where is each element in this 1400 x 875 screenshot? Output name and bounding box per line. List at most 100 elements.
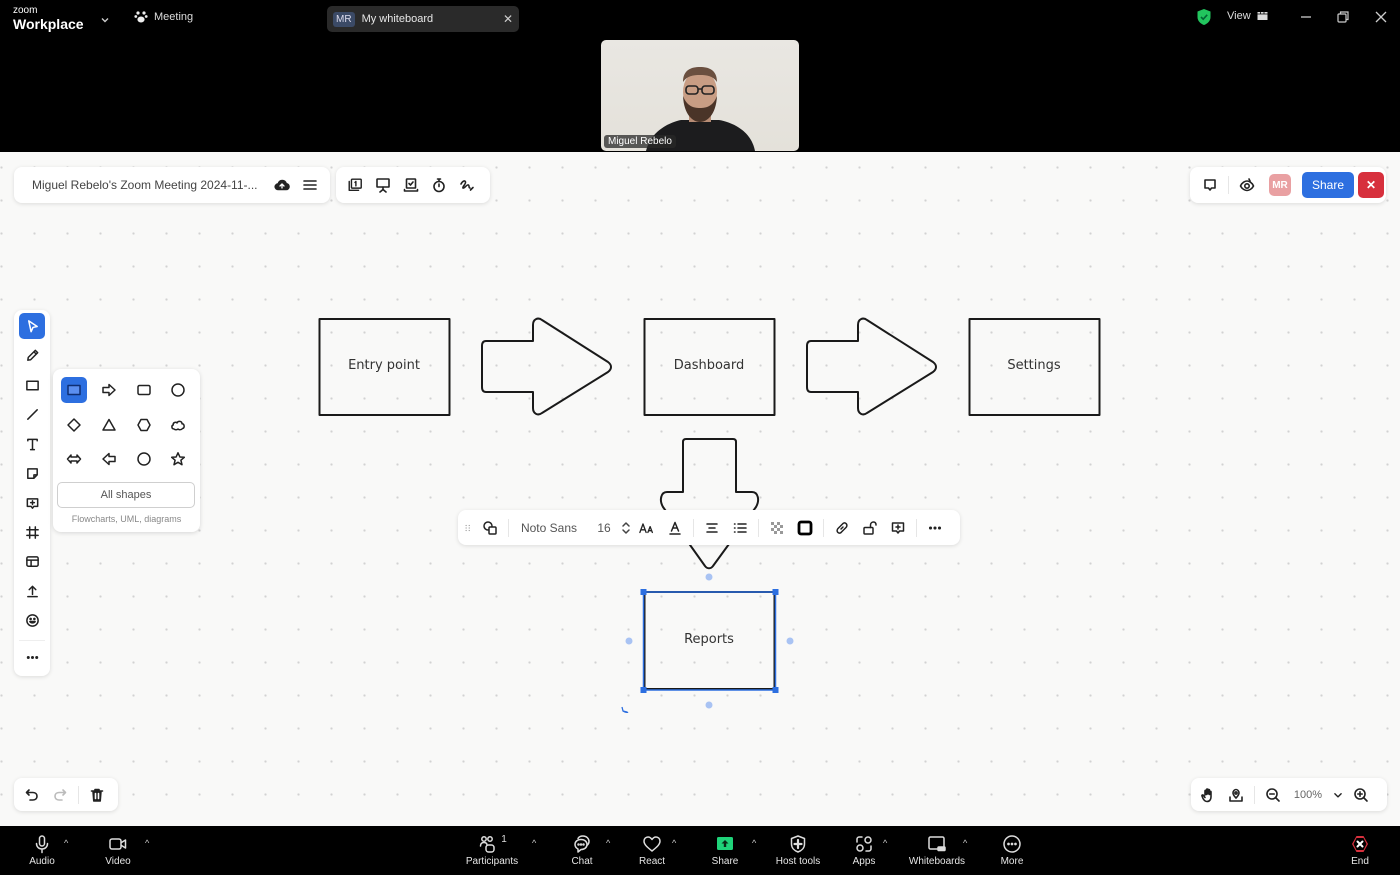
shape-rectangle[interactable] [61,377,87,403]
whiteboards-options-caret-icon[interactable]: ^ [963,838,967,848]
share-options-caret-icon[interactable]: ^ [752,838,756,848]
menu-icon[interactable] [296,171,324,199]
share-whiteboard-button[interactable]: Share [1302,172,1355,198]
participants-button[interactable]: 1 Participants [462,826,522,875]
audio-button[interactable]: Audio [22,826,62,875]
delete-icon[interactable] [83,781,111,809]
vote-icon[interactable] [397,171,425,199]
chevron-down-icon[interactable] [100,12,110,30]
apps-button[interactable]: Apps [844,826,884,875]
more-options-icon[interactable] [921,515,949,541]
list-icon[interactable] [726,515,754,541]
avatar[interactable]: MR [1269,174,1291,196]
shape-hexagon[interactable] [131,412,157,438]
undo-icon[interactable] [18,781,46,809]
whiteboard-title[interactable]: Miguel Rebelo's Zoom Meeting 2024-11-... [14,178,264,192]
redo-icon[interactable] [46,781,74,809]
shape-double-arrow[interactable] [61,446,87,472]
zoom-level[interactable]: 100% [1287,782,1329,808]
restore-window-icon[interactable] [1336,10,1350,24]
link-icon[interactable] [828,515,856,541]
zoom-dropdown-chevron-icon[interactable] [1329,781,1347,809]
font-size-input[interactable]: 16 [589,515,619,541]
more-tools-button[interactable] [19,644,45,670]
node-label-reports[interactable]: Reports [644,632,774,647]
upload-tool[interactable] [19,578,45,604]
shape-tool[interactable] [19,372,45,398]
text-case-icon[interactable] [633,515,661,541]
zoom-out-icon[interactable] [1259,781,1287,809]
emoji-tool[interactable] [19,607,45,633]
frame-tool[interactable] [19,519,45,545]
pen-tool[interactable] [19,342,45,368]
shape-star[interactable] [165,446,191,472]
participant-video[interactable]: Miguel Rebelo [601,40,799,151]
font-family-select[interactable]: Noto Sans [513,515,585,541]
whiteboards-button[interactable]: Whiteboards [904,826,970,875]
align-center-icon[interactable] [698,515,726,541]
apps-label: Apps [852,856,876,867]
view-button[interactable]: View [1227,10,1268,22]
close-tab-icon[interactable]: ✕ [503,12,513,26]
minimize-window-icon[interactable] [1299,10,1313,24]
node-label-entry-point[interactable]: Entry point [319,358,449,373]
close-window-icon[interactable] [1374,10,1388,24]
shape-diamond[interactable] [61,412,87,438]
security-shield-icon[interactable] [1196,8,1212,26]
shape-arrow-right[interactable] [96,377,122,403]
fill-color-icon[interactable] [763,515,791,541]
chat-button[interactable]: Chat [562,826,602,875]
shape-circle[interactable] [165,377,191,403]
react-button[interactable]: React [632,826,672,875]
template-tool[interactable] [19,548,45,574]
shape-octagon[interactable] [131,446,157,472]
follow-view-icon[interactable] [1233,171,1261,199]
shape-triangle[interactable] [96,412,122,438]
upload-icon [26,585,38,597]
whiteboard-canvas[interactable] [0,152,1400,826]
chat-options-caret-icon[interactable]: ^ [606,838,610,848]
comment-tool[interactable] [19,490,45,516]
minimap-icon[interactable] [1222,781,1250,809]
share-screen-button[interactable]: Share [705,826,745,875]
more-button[interactable]: More [992,826,1032,875]
zoom-controls-panel: 100% [1191,778,1387,811]
text-tool[interactable] [19,431,45,457]
select-tool[interactable] [19,313,45,339]
border-style-icon[interactable] [791,515,819,541]
sticky-note-tool[interactable] [19,460,45,486]
whiteboard-tab[interactable]: MR My whiteboard ✕ [327,6,519,32]
participant-name: Miguel Rebelo [604,135,676,148]
participants-options-caret-icon[interactable]: ^ [532,838,536,848]
drag-handle-icon[interactable] [460,515,476,541]
unlock-icon[interactable] [856,515,884,541]
shape-cloud[interactable] [165,412,191,438]
font-size-stepper-icon[interactable] [619,515,633,541]
shape-arrow-left[interactable] [96,446,122,472]
zoom-in-icon[interactable] [1347,781,1375,809]
change-shape-icon[interactable] [476,515,504,541]
present-icon[interactable] [369,171,397,199]
all-shapes-button[interactable]: All shapes [57,482,195,508]
apps-options-caret-icon[interactable]: ^ [883,838,887,848]
host-tools-button[interactable]: Host tools [773,826,823,875]
text-color-icon[interactable] [661,515,689,541]
react-options-caret-icon[interactable]: ^ [672,838,676,848]
node-label-settings[interactable]: Settings [969,358,1099,373]
end-meeting-button[interactable]: End [1340,826,1380,875]
hand-pan-icon[interactable] [1194,781,1222,809]
comments-icon[interactable] [1196,171,1224,199]
timer-icon[interactable] [425,171,453,199]
cloud-sync-icon[interactable] [268,171,296,199]
meeting-tab[interactable]: Meeting [134,10,193,24]
close-whiteboard-button[interactable]: ✕ [1358,172,1385,198]
shape-rounded-rectangle[interactable] [131,377,157,403]
video-button[interactable]: Video [98,826,138,875]
node-label-dashboard[interactable]: Dashboard [644,358,774,373]
line-tool[interactable] [19,401,45,427]
audio-options-caret-icon[interactable]: ^ [64,838,68,848]
pages-icon[interactable] [341,171,369,199]
video-options-caret-icon[interactable]: ^ [145,838,149,848]
smart-recognition-icon[interactable] [453,171,481,199]
add-comment-icon[interactable] [884,515,912,541]
